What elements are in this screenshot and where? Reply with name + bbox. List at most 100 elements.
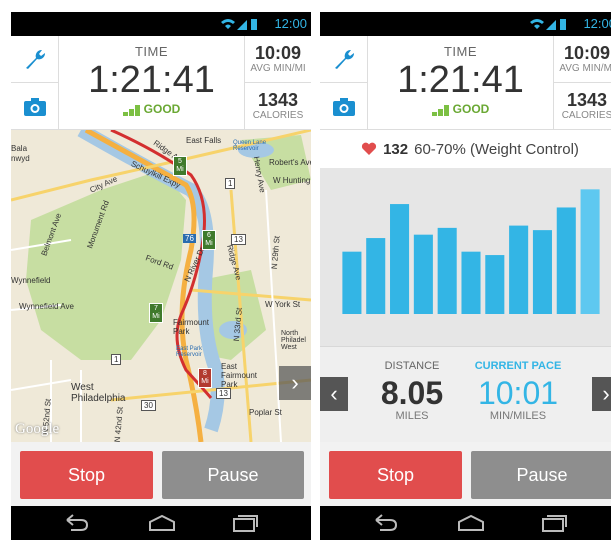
map-next-button[interactable]: › (279, 366, 311, 400)
quality-bars-icon (122, 105, 140, 116)
map-label: West Philadelphia (71, 382, 126, 404)
chart-bar-4 (413, 234, 433, 314)
chart-bar-1 (342, 251, 362, 314)
calories-label: CALORIES (561, 110, 611, 121)
quality-label: GOOD (143, 102, 181, 116)
chart-bar-9 (532, 230, 552, 314)
map-label: nwyd (11, 154, 30, 163)
map-label: Bala (11, 144, 28, 153)
route-shield: 76 (183, 234, 196, 243)
status-time: 12:00 (583, 16, 611, 31)
camera-icon (332, 97, 355, 116)
stats-header: TIME 1:21:41 GOOD 10:09 AVG MIN/MI 1343 … (11, 36, 311, 130)
pause-button[interactable]: Pause (162, 451, 304, 499)
signal-quality: GOOD (59, 102, 244, 116)
heart-rate-row: 132 60-70% (Weight Control) (320, 130, 611, 168)
map-label: Wynnefield Ave (19, 302, 74, 311)
mile-unit: Mi (176, 166, 184, 173)
wrench-icon (334, 49, 354, 69)
mile-marker-5[interactable]: 5 Mi (173, 156, 187, 176)
chart-bar-6 (461, 251, 481, 314)
current-pace-value: 10:01 (477, 375, 559, 411)
next-panel-button[interactable]: › (592, 377, 611, 411)
recent-apps-icon[interactable] (231, 514, 259, 532)
mile-marker-6[interactable]: 6 Mi (202, 230, 216, 250)
distance-label: DISTANCE (384, 360, 440, 372)
avg-pace-label: AVG MIN/MI (250, 63, 306, 74)
route-shield: 1 (225, 178, 236, 189)
route-shield: 1 (111, 354, 122, 365)
chart-bar-7 (485, 255, 505, 314)
map-label: Fairmount Park (173, 318, 210, 336)
mile-marker-7[interactable]: 7 Mi (149, 303, 163, 323)
calories-box: 1343 CALORIES (554, 83, 611, 130)
mile-unit: Mi (205, 240, 213, 247)
settings-button[interactable] (11, 36, 59, 83)
camera-icon (23, 97, 46, 116)
map-label: Queen Lane Reservoir (233, 140, 267, 152)
time-value: 1:21:41 (88, 59, 215, 101)
quality-bars-icon (431, 105, 449, 116)
current-pace-block: CURRENT PACE 10:01 MIN/MILES (468, 347, 568, 422)
mile-number: 8 (203, 370, 207, 377)
wifi-signal-battery-icon (221, 19, 257, 30)
mile-number: 7 (154, 305, 158, 312)
time-block: TIME 1:21:41 GOOD (59, 36, 245, 130)
camera-button[interactable] (11, 83, 59, 130)
settings-button[interactable] (320, 36, 368, 83)
pace-chart (320, 168, 611, 346)
heart-rate-zone: 60-70% (Weight Control) (414, 140, 579, 158)
mile-unit: Mi (201, 378, 209, 385)
distance-unit: MILES (395, 410, 429, 422)
stop-button[interactable]: Stop (329, 451, 462, 499)
signal-quality: GOOD (368, 102, 553, 116)
map-label: East Falls (186, 136, 222, 145)
chart-bar-5 (437, 227, 457, 314)
screen-stats: 12:00 TIME 1:21:41 GOOD 10:09 (320, 12, 611, 540)
avg-pace-label: AVG MIN/MI (559, 63, 611, 74)
system-nav-bar (11, 506, 311, 540)
prev-panel-button[interactable]: ‹ (320, 377, 348, 411)
mile-marker-8[interactable]: 8 Mi (198, 368, 212, 388)
map-label: East Park Reservoir (176, 346, 203, 358)
google-logo: Google (15, 421, 60, 437)
heart-rate-value: 132 (383, 140, 409, 158)
current-pace-unit: MIN/MILES (489, 410, 547, 422)
avg-pace-box: 10:09 AVG MIN/MI (245, 36, 311, 83)
chart-bar-11 (580, 189, 600, 314)
route-shield: 13 (216, 388, 231, 399)
time-block: TIME 1:21:41 GOOD (368, 36, 554, 130)
stats-header: TIME 1:21:41 GOOD 10:09 AVG MIN/MI 1343 … (320, 36, 611, 130)
mile-number: 6 (207, 232, 211, 239)
chart-bar-2 (366, 238, 386, 314)
stop-button[interactable]: Stop (20, 451, 153, 499)
status-time: 12:00 (274, 16, 307, 31)
current-pace-label: CURRENT PACE (474, 360, 562, 372)
system-nav-bar (320, 506, 611, 540)
home-icon[interactable] (147, 514, 177, 532)
quality-label: GOOD (452, 102, 490, 116)
back-icon[interactable] (63, 514, 89, 532)
pause-button[interactable]: Pause (471, 451, 611, 499)
pace-panel: ‹ DISTANCE 8.05 MILES CURRENT PACE 10:01… (320, 346, 611, 442)
route-map[interactable]: East Falls Queen Lane Reservoir Robert's… (11, 130, 311, 442)
calories-box: 1343 CALORIES (245, 83, 311, 130)
calories-value: 1343 (566, 90, 608, 110)
home-icon[interactable] (456, 514, 486, 532)
distance-block: DISTANCE 8.05 MILES (362, 347, 462, 422)
map-label: North Philadel West (281, 330, 306, 351)
camera-button[interactable] (320, 83, 368, 130)
back-icon[interactable] (372, 514, 398, 532)
calories-value: 1343 (257, 90, 299, 110)
map-label: Poplar St (249, 408, 282, 417)
distance-value: 8.05 (380, 375, 444, 411)
heart-icon (362, 142, 377, 155)
route-shield: 13 (231, 234, 246, 245)
route-shield: 30 (141, 400, 156, 411)
time-value: 1:21:41 (397, 59, 524, 101)
wrench-icon (25, 49, 45, 69)
status-bar: 12:00 (320, 12, 611, 36)
time-label: TIME (134, 44, 169, 59)
map-label: Robert's Ave (269, 158, 311, 167)
recent-apps-icon[interactable] (540, 514, 568, 532)
